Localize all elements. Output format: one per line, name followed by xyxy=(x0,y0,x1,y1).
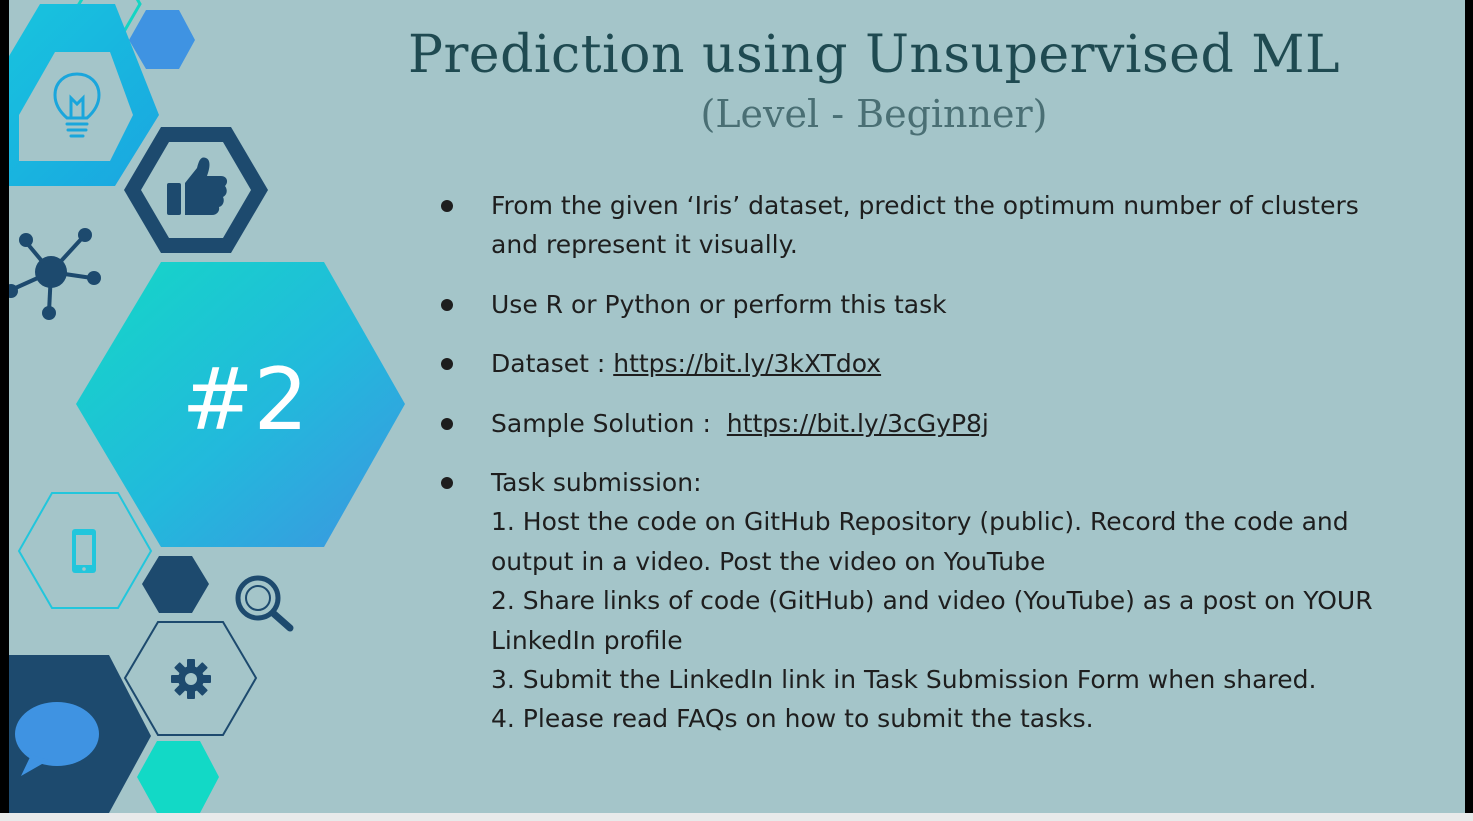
gear-icon xyxy=(171,659,211,699)
bullet-item-language: Use R or Python or perform this task xyxy=(429,285,1404,324)
submission-step: 2. Share links of code (GitHub) and vide… xyxy=(491,586,1373,655)
bullet-dot xyxy=(441,417,453,430)
task-description: From the given ‘Iris’ dataset, predict t… xyxy=(491,191,1359,260)
small-navy-hexagon xyxy=(142,556,209,613)
submission-step: 4. Please read FAQs on how to submit the… xyxy=(491,704,1094,734)
solution-label: Sample Solution : xyxy=(491,408,727,438)
bullet-dot xyxy=(441,298,453,311)
submission-steps: 1. Host the code on GitHub Repository (p… xyxy=(491,502,1404,738)
task-number-badge: #2 xyxy=(181,350,309,450)
bottom-teal-hexagon xyxy=(137,741,219,813)
bullet-dot xyxy=(441,200,453,212)
submission-step: 1. Host the code on GitHub Repository (p… xyxy=(491,507,1349,576)
magnifier-icon xyxy=(235,575,294,632)
submission-label: Task submission: xyxy=(491,468,702,498)
bullet-item-solution: Sample Solution : https://bit.ly/3cGyP8j xyxy=(429,404,1404,443)
dataset-label: Dataset : xyxy=(491,349,614,379)
bullet-item-dataset: Dataset : https://bit.ly/3kXTdox xyxy=(429,344,1404,383)
dataset-link[interactable]: https://bit.ly/3kXTdox xyxy=(613,349,881,378)
submission-step: 3. Submit the LinkedIn link in Task Subm… xyxy=(491,665,1317,695)
network-icon xyxy=(9,228,101,320)
slide-title: Prediction using Unsupervised ML xyxy=(407,25,1341,85)
language-note: Use R or Python or perform this task xyxy=(491,289,947,319)
bullet-dot xyxy=(441,358,453,371)
smartphone-icon xyxy=(72,529,96,573)
solution-link[interactable]: https://bit.ly/3cGyP8j xyxy=(727,409,989,438)
task-bullet-list: From the given ‘Iris’ dataset, predict t… xyxy=(429,186,1404,759)
bullet-dot xyxy=(441,477,453,490)
slide-subtitle: (Level - Beginner) xyxy=(700,92,1048,136)
top-blue-hexagon xyxy=(129,10,195,69)
slide: #2 Prediction using Unsupervised ML (Lev… xyxy=(9,0,1465,813)
bottom-strip xyxy=(0,813,1473,821)
bullet-item-task: From the given ‘Iris’ dataset, predict t… xyxy=(429,186,1404,265)
bullet-item-submission: Task submission: 1. Host the code on Git… xyxy=(429,463,1404,739)
